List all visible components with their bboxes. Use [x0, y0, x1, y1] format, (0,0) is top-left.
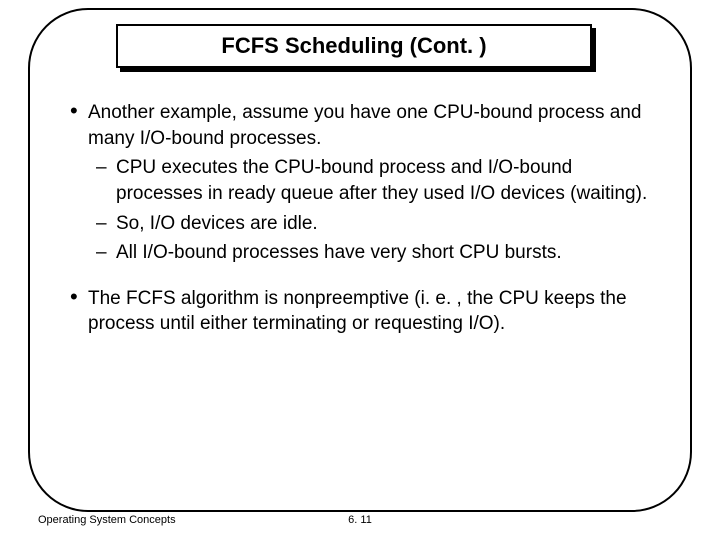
slide-content: Another example, assume you have one CPU…: [70, 100, 650, 357]
slide: FCFS Scheduling (Cont. ) Another example…: [0, 0, 720, 540]
slide-title: FCFS Scheduling (Cont. ): [221, 33, 486, 59]
sub-text: So, I/O devices are idle.: [116, 213, 318, 234]
sub-item: CPU executes the CPU-bound process and I…: [88, 155, 650, 206]
sub-text: CPU executes the CPU-bound process and I…: [116, 157, 647, 204]
bullet-item: The FCFS algorithm is nonpreemptive (i. …: [70, 286, 650, 337]
bullet-text: The FCFS algorithm is nonpreemptive (i. …: [88, 288, 627, 335]
sub-item: All I/O-bound processes have very short …: [88, 240, 650, 266]
title-box: FCFS Scheduling (Cont. ): [116, 24, 592, 68]
bullet-text: Another example, assume you have one CPU…: [88, 102, 641, 149]
footer-page-number: 6. 11: [0, 514, 720, 526]
sub-item: So, I/O devices are idle.: [88, 211, 650, 237]
sub-text: All I/O-bound processes have very short …: [116, 242, 562, 263]
bullet-item: Another example, assume you have one CPU…: [70, 100, 650, 266]
